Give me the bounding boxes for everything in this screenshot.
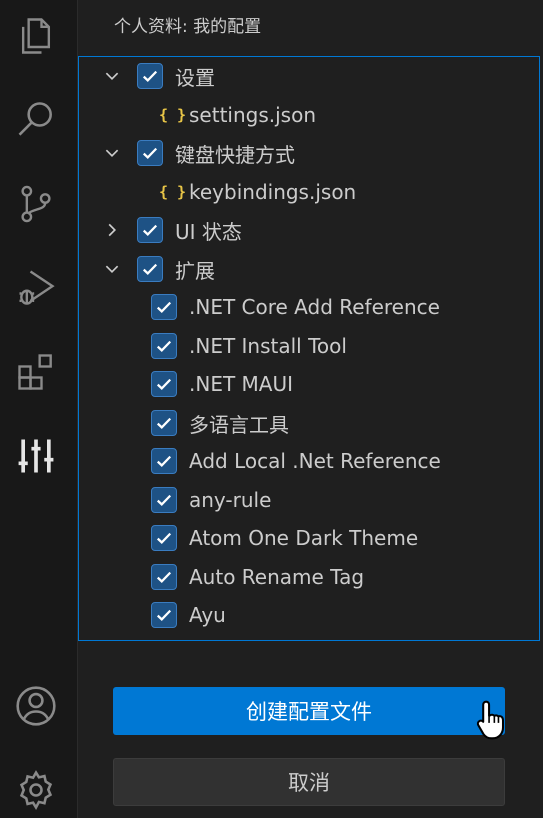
checkbox-extension[interactable] — [151, 525, 177, 551]
checkbox-ui-state[interactable] — [137, 217, 163, 243]
tree-row-extensions[interactable]: 扩展 — [79, 250, 539, 288]
checkbox-keybindings[interactable] — [137, 140, 163, 166]
activity-bar — [0, 0, 78, 818]
explorer-icon[interactable] — [12, 12, 60, 60]
tree-label: settings.json — [189, 103, 317, 127]
extension-item[interactable]: Atom One Dark Theme — [79, 519, 539, 557]
gear-icon[interactable] — [12, 766, 60, 814]
profile-contents-tree[interactable]: 设置 { } settings.json 键盘快捷方式 { } keybindi… — [78, 56, 540, 641]
chevron-right-icon[interactable] — [101, 219, 123, 241]
json-file-icon: { } — [159, 106, 187, 124]
checkbox-extension[interactable] — [151, 564, 177, 590]
checkbox-extension[interactable] — [151, 602, 177, 628]
settings-sliders-icon[interactable] — [12, 432, 60, 480]
extension-label: Atom One Dark Theme — [189, 526, 419, 550]
checkbox-extension[interactable] — [151, 448, 177, 474]
run-debug-icon[interactable] — [12, 264, 60, 312]
checkbox-extension[interactable] — [151, 294, 177, 320]
account-icon[interactable] — [12, 682, 60, 730]
extension-label: any-rule — [189, 488, 272, 512]
checkbox-extension[interactable] — [151, 371, 177, 397]
create-profile-button[interactable]: 创建配置文件 — [113, 687, 505, 735]
tree-label: keybindings.json — [189, 180, 357, 204]
checkbox-extensions[interactable] — [137, 256, 163, 282]
tree-row-settings[interactable]: 设置 — [79, 57, 539, 95]
extension-item[interactable]: any-rule — [79, 481, 539, 519]
checkbox-extension[interactable] — [151, 487, 177, 513]
tree-row-settings-json[interactable]: { } settings.json — [79, 96, 539, 134]
extension-label: 多语言工具 — [189, 412, 289, 437]
profile-panel: 个人资料: 我的配置 设置 { } settings.json 键盘快捷方式 {… — [78, 0, 543, 818]
extension-item[interactable]: 多语言工具 — [79, 404, 539, 442]
cancel-button[interactable]: 取消 — [113, 758, 505, 806]
source-control-icon[interactable] — [12, 180, 60, 228]
json-file-icon: { } — [159, 183, 187, 201]
tree-row-ui-state[interactable]: UI 状态 — [79, 211, 539, 249]
extension-label: .NET MAUI — [189, 372, 294, 396]
extension-item[interactable]: .NET Core Add Reference — [79, 288, 539, 326]
checkbox-extension[interactable] — [151, 333, 177, 359]
tree-row-keybindings-json[interactable]: { } keybindings.json — [79, 173, 539, 211]
hand-cursor-icon — [476, 700, 505, 740]
checkbox-settings[interactable] — [137, 63, 163, 89]
panel-title: 个人资料: 我的配置 — [114, 17, 262, 37]
tree-label: 设置 — [175, 65, 215, 90]
extension-label: Ayu — [189, 603, 226, 627]
extensions-icon[interactable] — [12, 348, 60, 396]
extension-label: Auto Rename Tag — [189, 565, 365, 589]
tree-label: 键盘快捷方式 — [175, 142, 295, 167]
extension-label: Add Local .Net Reference — [189, 449, 441, 473]
search-icon[interactable] — [12, 96, 60, 144]
extension-item[interactable]: Auto Rename Tag — [79, 558, 539, 596]
tree-label: 扩展 — [175, 258, 215, 283]
extension-label: .NET Install Tool — [189, 334, 347, 358]
extension-item[interactable]: .NET Install Tool — [79, 327, 539, 365]
chevron-down-icon[interactable] — [101, 65, 123, 87]
extension-item[interactable]: .NET MAUI — [79, 365, 539, 403]
checkbox-extension[interactable] — [151, 410, 177, 436]
chevron-down-icon[interactable] — [101, 142, 123, 164]
tree-label: UI 状态 — [175, 219, 242, 244]
chevron-down-icon[interactable] — [101, 258, 123, 280]
extension-label: .NET Core Add Reference — [189, 295, 440, 319]
tree-row-keybindings[interactable]: 键盘快捷方式 — [79, 134, 539, 172]
extension-item[interactable]: Ayu — [79, 596, 539, 634]
extension-item[interactable] — [79, 635, 539, 640]
extension-item[interactable]: Add Local .Net Reference — [79, 442, 539, 480]
